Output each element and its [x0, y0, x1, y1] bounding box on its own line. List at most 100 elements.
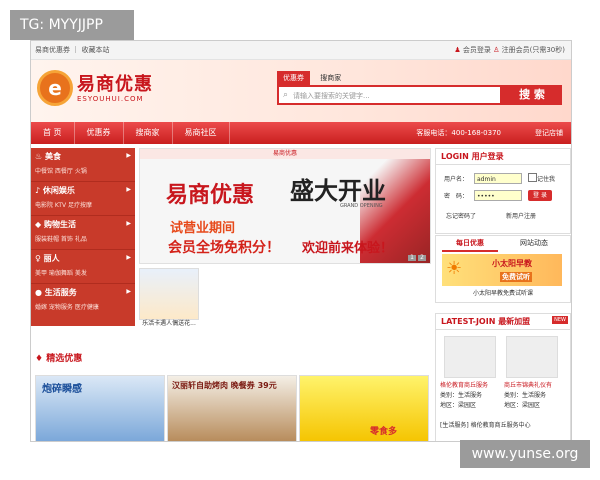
tg-tag: TG: MYYJJPP [10, 10, 134, 40]
banner-line-2: 会员全场免积分！ [168, 240, 280, 256]
promo-text: 炮碎瞬感 [42, 384, 82, 395]
merchant-logo[interactable] [444, 336, 496, 378]
new-user-register-link[interactable]: 新用户注册 [506, 211, 536, 220]
promo-text: 零食多 [370, 427, 398, 437]
glass-icon: ♪ [35, 186, 41, 195]
username-field[interactable]: admin [474, 173, 522, 184]
latest-item-area: 地区：梁园区 [504, 402, 541, 409]
sidebar-item-beauty[interactable]: ♀ 丽人 美甲 瑜伽舞蹈 美发 ▶ [31, 250, 135, 284]
latest-item-name[interactable]: 商丘市锦典礼仪有 [504, 380, 552, 389]
sidebar-item-label: 丽人 [43, 254, 60, 263]
latest-item-name[interactable]: 格伦教育商丘服务 [440, 380, 488, 389]
banner-line-1: 试营业期间 [170, 221, 236, 236]
register-link[interactable]: 注册会员(只需30秒) [502, 46, 565, 54]
banner-line-3: 欢迎前来体验！ [302, 241, 394, 256]
sidebar-item-services[interactable]: ● 生活服务 婚嫁 宠物服务 医疗健康 ▶ [31, 284, 135, 318]
chevron-right-icon: ▶ [126, 288, 131, 295]
remember-label: 记住我 [537, 176, 556, 183]
sidebar-item-food[interactable]: ♨ 美食 中餐馆 西餐厅 火锅 ▶ [31, 148, 135, 182]
header: e 易商优惠 ESYOUHUI.COM 优惠券 搜商家 ⌕ 请输入要搜索的关键字… [31, 60, 571, 122]
sidebar-item-label: 休闲娱乐 [42, 186, 75, 195]
sidebar-item-label: 购物生活 [43, 220, 76, 229]
login-title: LOGIN 用户登录 [436, 149, 570, 165]
sidebar-item-label: 美食 [44, 152, 61, 161]
featured-title: ♦ 精选优惠 [35, 351, 82, 364]
banner-page-2[interactable]: 2 [418, 255, 426, 261]
top-bar: 易商优惠券 ｜ 收藏本站 ♟ 会员登录 ♙ 注册会员(只需30秒) [31, 41, 571, 60]
new-badge: NEW [552, 316, 568, 324]
promo-thumbnail[interactable] [139, 268, 199, 320]
banner-header: 易商优惠 [140, 149, 430, 159]
daily-deal-caption[interactable]: 小太阳早教免费试听课 [436, 288, 570, 297]
sun-icon: ☀ [446, 258, 463, 279]
logo-icon[interactable]: e [37, 70, 73, 106]
tab-merchants[interactable]: 搜商家 [314, 71, 347, 85]
nav-home[interactable]: 首 页 [31, 122, 75, 144]
merchant-logo[interactable] [506, 336, 558, 378]
nav-merchants[interactable]: 搜商家 [124, 122, 173, 144]
chevron-right-icon: ▶ [126, 220, 131, 227]
chevron-right-icon: ▶ [126, 152, 131, 159]
service-icon: ● [35, 288, 42, 297]
search-input[interactable]: 请输入要搜索的关键字... [293, 91, 370, 101]
username-label: 用户名： [444, 176, 469, 183]
chevron-right-icon: ▶ [126, 254, 131, 261]
latest-item-type: 类别：生活服务 [440, 392, 483, 399]
food-icon: ♨ [35, 152, 43, 161]
latest-item-area: 地区：梁园区 [440, 402, 477, 409]
logo-domain: ESYOUHUI.COM [77, 95, 144, 103]
news-panel: 每日优惠 网站动态 ☀ 小太阳早教 免费试听 小太阳早教免费试听课 [435, 235, 571, 303]
sidebar-item-sub[interactable]: 婚嫁 宠物服务 医疗健康 [35, 302, 135, 311]
deal-card-title: 小太阳早教 [492, 259, 532, 268]
hotline: 客服电话：400-168-0370 [416, 129, 501, 137]
sidebar-item-entertainment[interactable]: ♪ 休闲娱乐 电影院 KTV 足疗按摩 ▶ [31, 182, 135, 216]
banner-calligraphy: 盛大开业 [290, 177, 386, 205]
sidebar-item-sub[interactable]: 服装鞋帽 首饰 礼品 [35, 234, 135, 243]
banner-page-1[interactable]: 1 [408, 255, 416, 261]
tab-coupons[interactable]: 优惠券 [277, 71, 310, 85]
promo-text: 汉丽轩自助烤肉 晚餐券 39元 [172, 381, 277, 390]
remember-checkbox[interactable] [528, 173, 537, 182]
search-tabs: 优惠券 搜商家 [277, 71, 349, 85]
sidebar-item-label: 生活服务 [44, 288, 77, 297]
promo-card-3[interactable]: 零食多 [299, 375, 429, 441]
featured-title-text: 精选优惠 [46, 354, 83, 364]
forgot-password-link[interactable]: 忘记密码了 [446, 211, 476, 220]
promo-thumbnail-caption[interactable]: 乐活卡遇人偶送花... [139, 320, 199, 328]
password-label: 密 码： [444, 193, 469, 200]
sidebar-item-sub[interactable]: 中餐馆 西餐厅 火锅 [35, 166, 135, 175]
latest-ticker[interactable]: [生活服务] 格伦教育商丘服务中心 [440, 420, 531, 429]
search-button[interactable]: 搜 索 [502, 85, 562, 105]
member-login-link[interactable]: 会员登录 [463, 46, 491, 54]
daily-deal-card[interactable]: ☀ 小太阳早教 免费试听 [442, 254, 562, 286]
website-frame: 易商优惠券 ｜ 收藏本站 ♟ 会员登录 ♙ 注册会员(只需30秒) e 易商优惠… [30, 40, 572, 442]
search-box[interactable]: ⌕ 请输入要搜索的关键字... [277, 85, 502, 105]
top-bar-account: ♟ 会员登录 ♙ 注册会员(只需30秒) [454, 41, 565, 59]
promo-card-1[interactable]: 炮碎瞬感 [35, 375, 165, 441]
nav-coupons[interactable]: 优惠券 [75, 122, 124, 144]
bag-icon: ◆ [35, 220, 42, 229]
logo-text[interactable]: 易商优惠 [77, 70, 153, 96]
tab-daily-deals[interactable]: 每日优惠 [442, 236, 498, 252]
search-icon: ⌕ [283, 90, 289, 100]
register-shop-link[interactable]: 登记店铺 [535, 122, 563, 144]
latest-join-panel: LATEST-JOIN 最新加盟 NEW 格伦教育商丘服务 类别：生活服务 地区… [435, 313, 571, 441]
person-icon: ♀ [35, 254, 41, 263]
deal-card-sub: 免费试听 [500, 272, 532, 282]
sidebar-item-sub[interactable]: 电影院 KTV 足疗按摩 [35, 200, 135, 209]
tag-icon: ♦ [35, 354, 44, 364]
login-panel: LOGIN 用户登录 用户名： admin 记住我 密 码： ••••• 登 录… [435, 148, 571, 234]
nav-community[interactable]: 易商社区 [173, 122, 230, 144]
banner-grand-opening: GRAND OPENING [340, 203, 383, 209]
password-field[interactable]: ••••• [474, 190, 522, 201]
hero-banner[interactable]: 易商优惠 易商优惠 盛大开业 GRAND OPENING 试营业期间 会员全场免… [139, 148, 431, 264]
sidebar-item-shopping[interactable]: ◆ 购物生活 服装鞋帽 首饰 礼品 ▶ [31, 216, 135, 250]
login-button[interactable]: 登 录 [528, 190, 552, 201]
promo-card-2[interactable]: 汉丽轩自助烤肉 晚餐券 39元 [167, 375, 297, 441]
member-icon: ♟ [454, 46, 461, 54]
chevron-right-icon: ▶ [126, 186, 131, 193]
tab-site-news[interactable]: 网站动态 [506, 236, 562, 250]
top-bar-links[interactable]: 易商优惠券 ｜ 收藏本站 [35, 41, 109, 59]
sidebar-item-sub[interactable]: 美甲 瑜伽舞蹈 美发 [35, 268, 135, 277]
watermark: www.yunse.org [460, 440, 590, 468]
